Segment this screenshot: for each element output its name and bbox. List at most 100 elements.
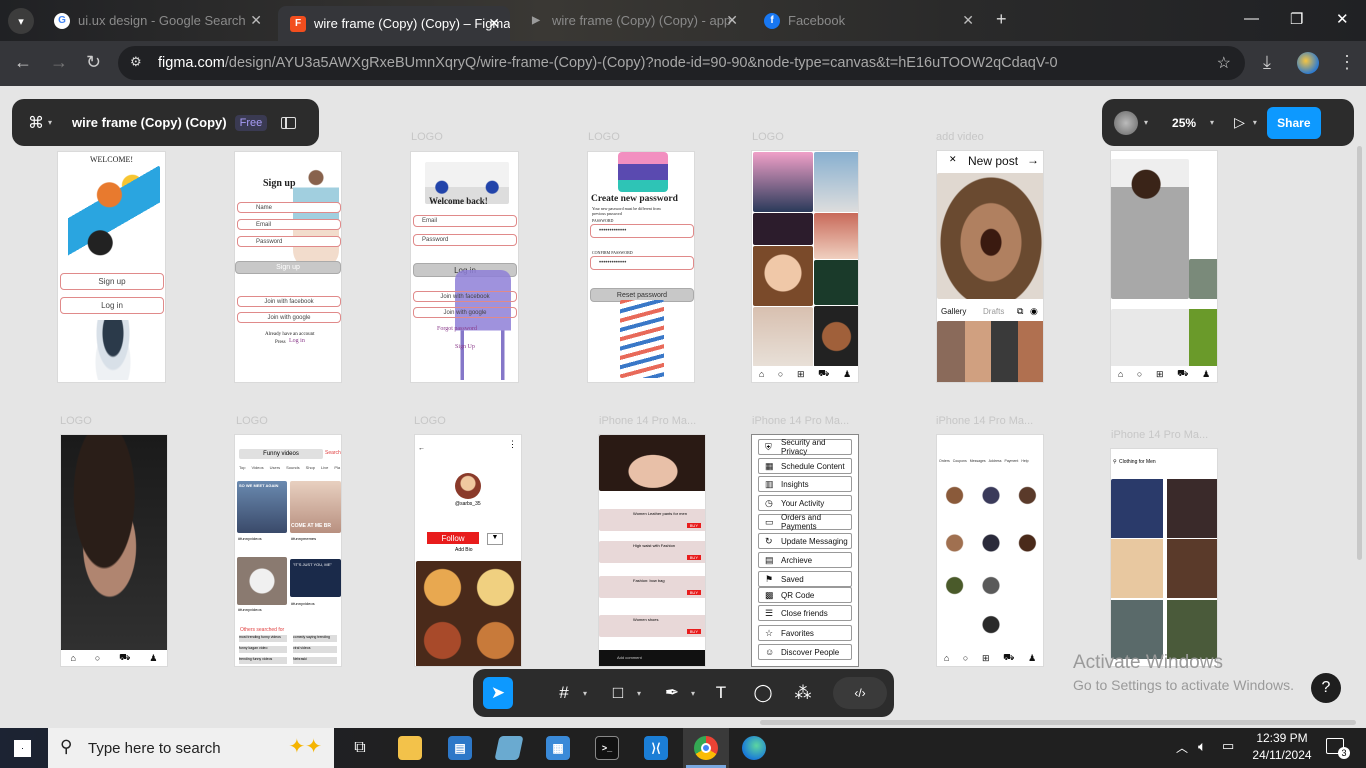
new-tab-icon[interactable]: + (996, 9, 1007, 30)
chevron-down-icon[interactable]: ▾ (48, 118, 52, 127)
clock-date[interactable]: 24/11/2024 (1248, 748, 1316, 762)
close-icon[interactable]: ✕ (949, 154, 957, 165)
calculator-icon[interactable]: ▦ (546, 736, 570, 760)
frame-welcome[interactable]: WELCOME! Sign up Log in (57, 151, 166, 383)
email-field[interactable]: Email (413, 215, 517, 227)
search-input[interactable]: Funny videos (239, 449, 323, 459)
app-icon[interactable]: ▤ (448, 736, 472, 760)
zoom-level[interactable]: 25% (1172, 116, 1196, 130)
vscode-icon[interactable]: ⟩⟨ (644, 736, 668, 760)
cart-icon[interactable]: ⛟ (818, 368, 829, 380)
join-facebook-button[interactable]: Join with facebook (413, 291, 517, 302)
search-icon[interactable]: ○ (778, 369, 783, 379)
frame-shop-feed[interactable]: Women Leather pants for men BUY High wai… (598, 434, 706, 667)
vertical-scrollbar[interactable] (1357, 146, 1362, 560)
frame-photo-grid[interactable]: ⌂ ○ ⊞ ⛟ ♟ (751, 150, 859, 383)
confirm-password-field[interactable]: ••••••••••••• (590, 256, 694, 270)
cart-icon[interactable]: ⛟ (119, 652, 130, 664)
forward-icon[interactable]: → (50, 52, 68, 73)
chevron-down-icon[interactable]: ▾ (1144, 118, 1148, 127)
windows-start-icon[interactable] (14, 740, 31, 757)
frame-new-post[interactable]: ✕ New post → Gallery Drafts ⧉ ◉ (936, 150, 1044, 383)
join-google-button[interactable]: Join with google (237, 312, 341, 323)
reload-icon[interactable]: ↻ (86, 52, 101, 73)
tab-search-button[interactable]: ▾ (8, 8, 34, 34)
buy-button[interactable]: BUY (686, 629, 701, 634)
task-view-icon[interactable]: ⧉ (348, 736, 372, 760)
bookmark-star-icon[interactable]: ☆ (1217, 53, 1231, 73)
frame-reel[interactable]: ⌂ ○ ⛟ ♟ (60, 434, 168, 667)
more-icon[interactable]: ⋮ (508, 439, 517, 450)
next-arrow-icon[interactable]: → (1027, 153, 1039, 167)
figma-menu-icon[interactable]: ⌘ (28, 113, 44, 133)
restore-icon[interactable]: ❐ (1290, 10, 1303, 28)
figma-canvas[interactable]: ⌘ ▾ wire frame (Copy) (Copy) Free ▾ 25% … (0, 86, 1366, 728)
add-icon[interactable]: ⊞ (797, 369, 805, 380)
browser-tab-facebook[interactable]: f Facebook ✕ (752, 6, 984, 35)
name-field[interactable]: Name (237, 202, 341, 213)
search-button[interactable]: Search (325, 450, 341, 456)
show-hidden-icons[interactable]: ︿ (1176, 739, 1188, 756)
user-avatar[interactable] (1114, 110, 1138, 135)
pen-tool-icon[interactable]: ✒ ▾ (645, 677, 699, 709)
back-icon[interactable]: ← (14, 52, 32, 73)
buy-button[interactable]: BUY (686, 523, 701, 528)
comment-bar[interactable]: Add comment (599, 650, 705, 666)
menu-item-qr-code[interactable]: ▩ QR Code (758, 587, 852, 603)
home-icon[interactable]: ⌂ (944, 653, 949, 663)
search-icon[interactable]: ○ (963, 653, 968, 663)
buy-button[interactable]: BUY (686, 555, 701, 560)
close-tab-icon[interactable]: ✕ (488, 15, 500, 32)
horizontal-scrollbar[interactable] (760, 720, 1356, 725)
shape-tool-icon[interactable]: □ ▾ (591, 677, 645, 709)
chevron-down-icon[interactable]: ▾ (1210, 118, 1214, 127)
move-tool-icon[interactable]: ➤ (483, 677, 513, 709)
text-tool-icon[interactable]: T (699, 677, 743, 709)
camera-icon[interactable]: ◉ (1030, 306, 1038, 317)
frame-user-profile[interactable]: ← ⋮ @sarbs_35 Follow ▼ Add Bio (414, 434, 522, 667)
search-icon[interactable]: ⚲ (1113, 459, 1117, 465)
home-icon[interactable]: ⌂ (70, 653, 75, 663)
minimize-icon[interactable]: — (1244, 10, 1259, 27)
frame-orders[interactable]: Orders Coupons Messages Address Payment Help … (936, 434, 1044, 667)
profile-icon[interactable]: ♟ (149, 653, 157, 664)
multi-select-icon[interactable]: ⧉ (1017, 306, 1023, 317)
close-tab-icon[interactable]: ✕ (726, 12, 738, 29)
menu-item-saved[interactable]: ⚑ Saved (758, 571, 852, 587)
signup-submit-button[interactable]: Sign up (235, 261, 341, 274)
menu-item-archieve[interactable]: ▤ Archieve (758, 552, 852, 568)
email-field[interactable]: Email (237, 219, 341, 230)
sidebar-toggle-icon[interactable] (281, 116, 297, 129)
help-button[interactable]: ? (1311, 673, 1341, 703)
chrome-menu-icon[interactable]: ⋮ (1338, 52, 1356, 73)
frame-profile-apps[interactable]: ⌂ ○ ⊞ ⛟ ♟ (1110, 150, 1218, 383)
profile-icon[interactable]: ♟ (1028, 653, 1036, 664)
share-button[interactable]: Share (1266, 106, 1321, 139)
address-bar[interactable]: ⚙ figma.com/design/AYU3a5AWXgRxeBUmnXqry… (118, 46, 1245, 80)
resources-tool-icon[interactable]: ⁂ (783, 677, 823, 709)
close-window-icon[interactable]: ✕ (1336, 10, 1349, 28)
home-icon[interactable]: ⌂ (1118, 369, 1123, 379)
frame-new-password[interactable]: Create new password Your new password mu… (587, 151, 695, 383)
chrome-icon[interactable] (694, 736, 718, 760)
frame-tool-icon[interactable]: # ▾ (537, 677, 591, 709)
dev-mode-toggle-icon[interactable]: ‹/› (833, 677, 887, 709)
menu-item-orders-and-payments[interactable]: ▭ Orders and Payments (758, 513, 852, 531)
app-icon[interactable] (494, 736, 524, 760)
network-icon[interactable]: ▭ (1222, 738, 1234, 754)
drafts-tab[interactable]: Drafts (983, 307, 1004, 316)
file-name[interactable]: wire frame (Copy) (Copy) (72, 115, 227, 130)
frame-search-results[interactable]: Funny videos Search Top Videos Users Sounds… (234, 434, 342, 667)
volume-icon[interactable]: 🔈︎ (1198, 738, 1206, 755)
menu-item-schedule-content[interactable]: ▦ Schedule Content (758, 458, 852, 474)
join-facebook-button[interactable]: Join with facebook (237, 296, 341, 307)
profile-icon[interactable]: ♟ (1202, 369, 1210, 380)
back-arrow-icon[interactable]: ← (418, 445, 425, 452)
profile-icon[interactable]: ♟ (843, 369, 851, 380)
close-tab-icon[interactable]: ✕ (250, 12, 262, 29)
browser-tab-app[interactable]: ▶ wire frame (Copy) (Copy) - app ✕ (516, 6, 748, 35)
buy-button[interactable]: BUY (686, 590, 701, 595)
chevron-down-icon[interactable]: ▾ (1253, 118, 1257, 127)
cart-icon[interactable]: ⛟ (1177, 368, 1188, 380)
menu-item-update-messaging[interactable]: ↻ Update Messaging (758, 533, 852, 549)
